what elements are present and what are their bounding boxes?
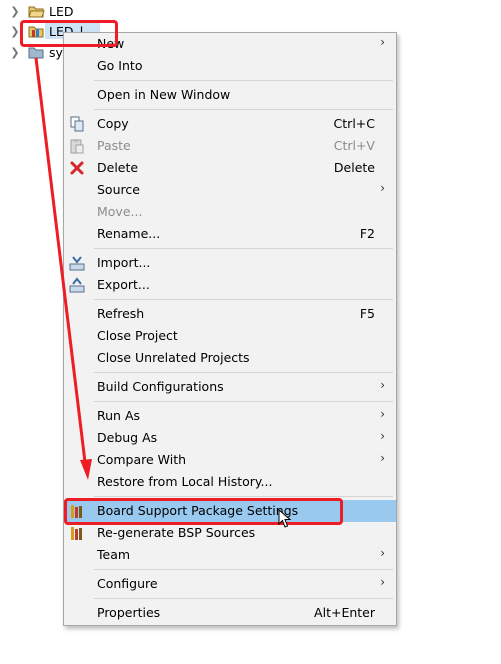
- annotation-arrow-icon: [34, 57, 92, 480]
- mouse-cursor-icon: [278, 509, 292, 528]
